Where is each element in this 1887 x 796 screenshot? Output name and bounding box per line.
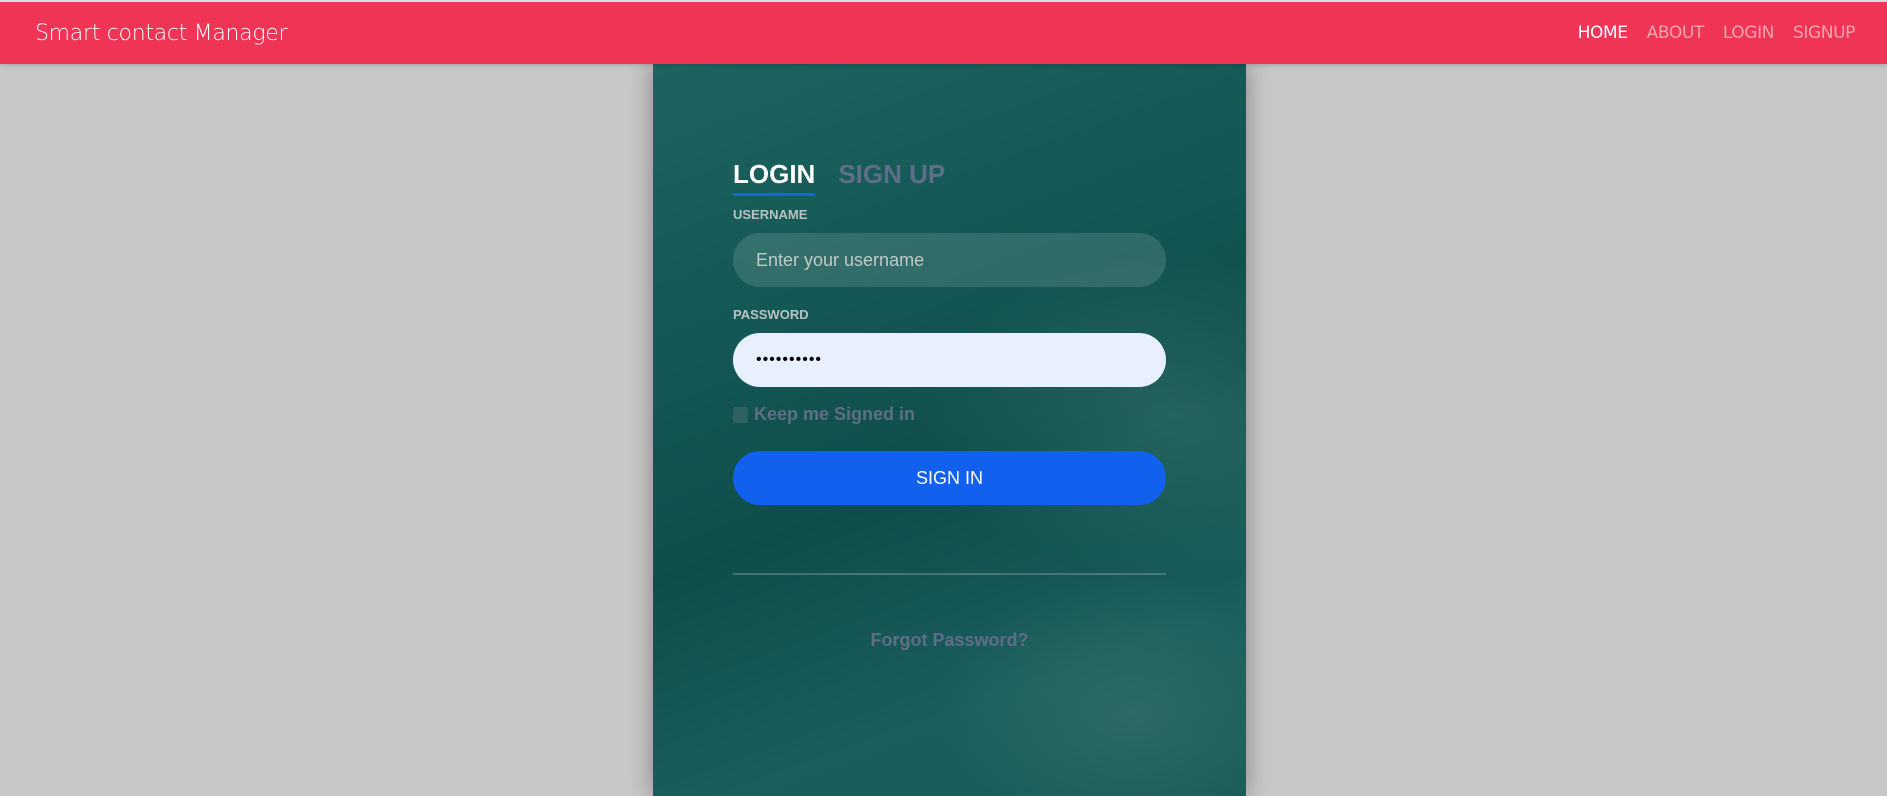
nav-about[interactable]: ABOUT <box>1647 23 1705 43</box>
form-tabs: LOGIN SIGN UP <box>733 159 945 196</box>
login-card: LOGIN SIGN UP USERNAME PASSWORD Keep me … <box>653 64 1246 796</box>
sign-in-button[interactable]: SIGN IN <box>733 451 1166 505</box>
keep-signed-in-label[interactable]: Keep me Signed in <box>754 404 915 425</box>
forgot-password-link[interactable]: Forgot Password? <box>733 630 1166 651</box>
brand[interactable]: Smart contact Manager <box>35 21 288 46</box>
nav-login[interactable]: LOGIN <box>1723 23 1775 43</box>
username-input[interactable] <box>733 233 1166 287</box>
keep-signed-in-checkbox[interactable]: Keep me Signed in <box>733 404 915 425</box>
password-label: PASSWORD <box>733 307 809 322</box>
username-label: USERNAME <box>733 207 808 222</box>
nav-home[interactable]: HOME <box>1578 23 1628 43</box>
tab-signup[interactable]: SIGN UP <box>838 159 945 196</box>
navbar: Smart contact Manager HOME ABOUT LOGIN S… <box>0 0 1887 64</box>
nav-links: HOME ABOUT LOGIN SIGNUP <box>1578 23 1856 43</box>
tab-login[interactable]: LOGIN <box>733 159 816 196</box>
checkbox-box[interactable] <box>733 406 748 423</box>
nav-signup[interactable]: SIGNUP <box>1793 23 1855 43</box>
password-input[interactable] <box>733 333 1166 387</box>
divider <box>733 573 1166 575</box>
